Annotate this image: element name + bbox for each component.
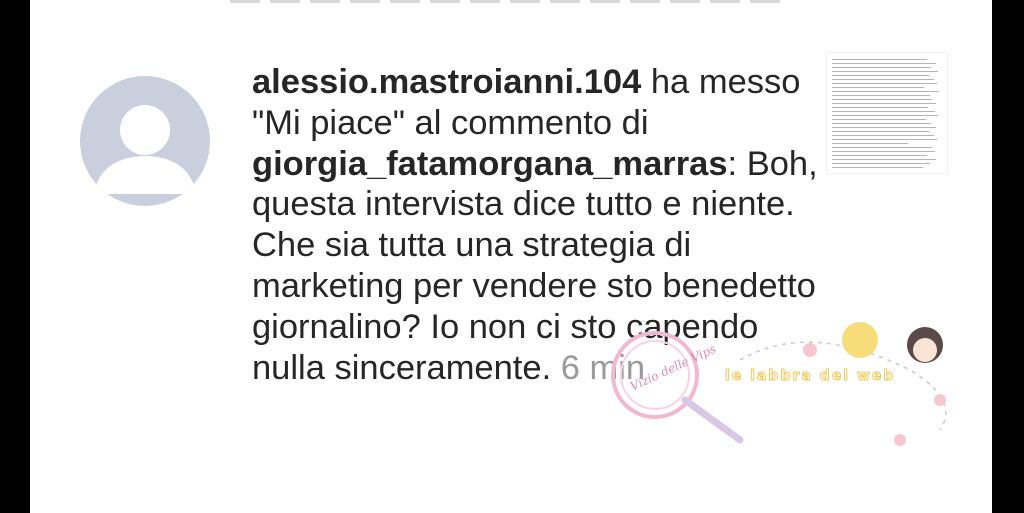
thumbnail-line: [832, 71, 938, 72]
thumbnail-line: [832, 111, 935, 112]
thumbnail-line: [832, 143, 908, 144]
thumbnail-line: [832, 79, 934, 80]
thumbnail-line: [832, 107, 929, 108]
thumbnail-line: [832, 59, 928, 60]
comment-author-link[interactable]: giorgia_fatamorgana_marras: [252, 145, 728, 183]
avatar[interactable]: [80, 76, 210, 206]
thumbnail-line: [832, 87, 924, 88]
thumbnail-line: [832, 127, 936, 128]
default-user-silhouette-icon: [94, 105, 196, 194]
watermark-stamp-text: Vizio delle Vips: [628, 342, 718, 394]
thumbnail-line: [832, 99, 933, 100]
screen-frame: alessio.mastroianni.104 ha messo "Mi pia…: [0, 0, 1024, 513]
thumbnail-line: [832, 115, 938, 116]
thumbnail-line: [832, 63, 936, 64]
thumbnail-line: [832, 91, 939, 92]
notification-card[interactable]: alessio.mastroianni.104 ha messo "Mi pia…: [30, 0, 992, 513]
thumbnail-line: [832, 151, 935, 152]
thumbnail-line: [832, 75, 930, 76]
thumbnail-line: [832, 119, 926, 120]
thumbnail-line: [832, 103, 936, 104]
thumbnail-line: [832, 67, 932, 68]
actor-username-link[interactable]: alessio.mastroianni.104: [252, 63, 641, 101]
thumbnail-line: [832, 131, 930, 132]
thumbnail-text-lines: [827, 53, 947, 168]
thumbnail-line: [832, 139, 937, 140]
thumbnail-line: [832, 163, 931, 164]
thumbnail-line: [832, 95, 931, 96]
watermark-banner-text: le labbra del web: [725, 368, 895, 384]
thumbnail-line: [832, 155, 928, 156]
divider: [230, 0, 790, 3]
thumbnail-line: [832, 83, 937, 84]
watermark: Vizio delle Vips le labbra del web: [611, 322, 947, 446]
thumbnail-line: [832, 167, 923, 168]
thumbnail-line: [832, 123, 932, 124]
thumbnail-line: [832, 147, 933, 148]
thumbnail-line: [832, 159, 936, 160]
colon: :: [727, 144, 738, 183]
post-thumbnail[interactable]: [826, 52, 948, 174]
thumbnail-line: [832, 135, 934, 136]
